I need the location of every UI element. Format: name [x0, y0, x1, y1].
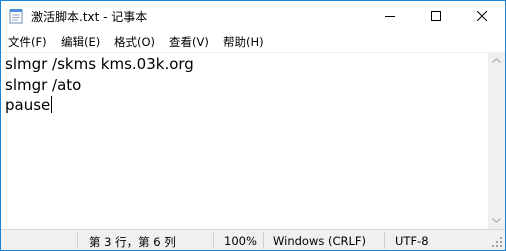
window-title: 激活脚本.txt - 记事本	[31, 10, 148, 24]
text-encoding: UTF-8	[395, 234, 429, 248]
text-line-content: pause	[5, 96, 51, 114]
notepad-window: 激活脚本.txt - 记事本 文件(F) 编辑(E) 格式(O) 查看(V) 帮…	[0, 0, 506, 251]
menu-file[interactable]: 文件(F)	[8, 34, 47, 50]
maximize-button[interactable]	[413, 1, 459, 31]
status-bar: 第 3 行，第 6 列 100% Windows (CRLF) UTF-8	[1, 229, 505, 250]
cursor-position: 第 3 行，第 6 列	[89, 235, 176, 249]
text-editor[interactable]: slmgr /skms kms.03k.org slmgr /ato pause	[1, 52, 488, 230]
minimize-icon	[385, 16, 395, 17]
close-icon	[477, 11, 487, 21]
text-line-content: slmgr /ato	[5, 76, 82, 94]
maximize-icon	[431, 11, 441, 21]
title-bar[interactable]: 激活脚本.txt - 记事本	[1, 1, 505, 31]
vertical-scrollbar[interactable]	[488, 52, 505, 229]
text-line: slmgr /ato	[5, 76, 81, 94]
text-line-content: slmgr /skms kms.03k.org	[5, 55, 194, 73]
resize-grip-icon[interactable]	[492, 237, 503, 248]
menu-format[interactable]: 格式(O)	[114, 34, 155, 50]
chevron-up-icon[interactable]	[492, 58, 501, 63]
text-line: slmgr /skms kms.03k.org	[5, 55, 194, 73]
text-caret	[51, 96, 53, 113]
menu-edit[interactable]: 编辑(E)	[61, 34, 100, 50]
status-separator	[213, 232, 214, 249]
chevron-down-icon[interactable]	[492, 218, 501, 223]
close-button[interactable]	[459, 1, 505, 31]
text-line: pause	[5, 96, 53, 114]
menu-view[interactable]: 查看(V)	[169, 34, 209, 50]
line-ending: Windows (CRLF)	[273, 234, 367, 248]
menu-help[interactable]: 帮助(H)	[223, 34, 264, 50]
status-separator	[263, 232, 264, 249]
notepad-icon[interactable]	[9, 8, 23, 24]
status-separator	[384, 232, 385, 249]
status-separator	[77, 232, 78, 249]
minimize-button[interactable]	[367, 1, 413, 31]
zoom-level: 100%	[224, 234, 257, 248]
menu-bar: 文件(F) 编辑(E) 格式(O) 查看(V) 帮助(H)	[1, 31, 505, 52]
